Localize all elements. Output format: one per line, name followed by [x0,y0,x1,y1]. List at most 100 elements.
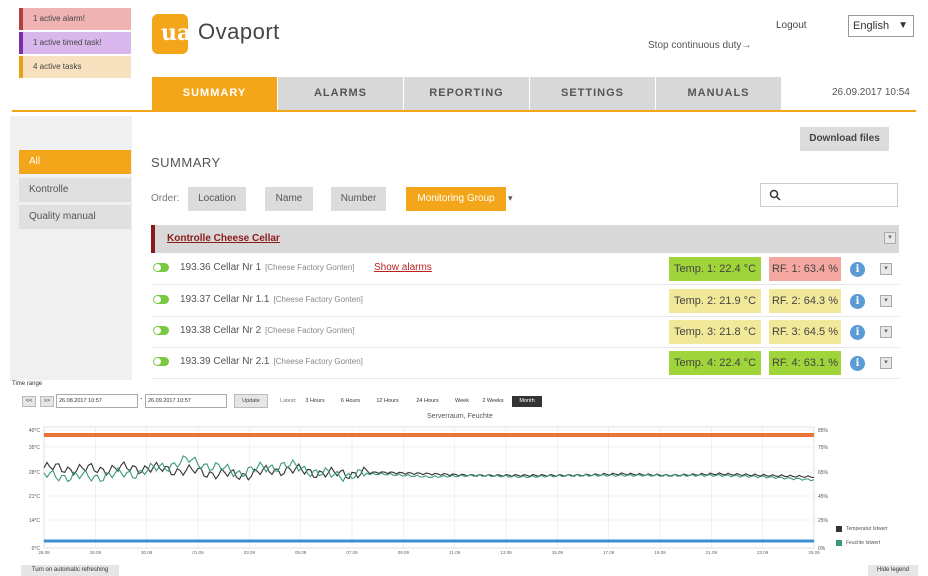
tab-manuals[interactable]: MANUALS [656,77,782,110]
y-right-tick-label: 75% [818,445,829,451]
temperature-badge: Temp. 1: 22.4 °C [669,257,761,281]
line-chart: 0°C 0%14°C 25%21°C 45%28°C 65%35°C 75%40°C 85%… [29,426,829,555]
prev-range-button[interactable]: << [22,396,36,407]
info-icon[interactable]: i [850,294,865,309]
sidebar-item-kontrolle[interactable]: Kontrolle [19,178,131,202]
tab-alarms[interactable]: ALARMS [278,77,404,110]
tab-summary[interactable]: SUMMARY [152,77,278,110]
logo-mark: ua [161,20,192,46]
plot-area [43,426,815,549]
download-files-button[interactable]: Download files [800,127,889,151]
hide-legend-button[interactable]: Hide legend [868,565,918,576]
search-icon [769,189,781,201]
sensor-name[interactable]: 193.38 Cellar Nr 2 [Cheese Factory Gonten… [180,325,355,336]
temperature-badge: Temp. 4: 22.4 °C [669,351,761,375]
update-button[interactable]: Update [234,394,268,408]
expand-row-icon[interactable]: ▾ [880,326,892,338]
from-date-input[interactable]: 26.08.2017 10:57 [56,394,138,408]
order-location-button[interactable]: Location [188,187,246,211]
zoom-6-hours-button[interactable]: 6 Hours [335,396,366,407]
y-tick-label: 35°C [29,445,41,451]
humidity-badge: RF. 2: 64.3 % [769,289,841,313]
order-label: Order: [151,193,180,204]
x-tick-label: 03.09 [244,550,256,555]
auto-refresh-button[interactable]: Turn on automatic refreshing [21,565,119,576]
x-tick-label: 23.09 [757,550,769,555]
sort-caret-icon[interactable]: ▾ [508,193,513,204]
current-datetime: 26.09.2017 10:54 [832,87,910,98]
zoom-2-weeks-button[interactable]: 2 Weeks [478,396,508,407]
x-tick-label: 26.08 [38,550,50,555]
info-icon[interactable]: i [850,262,865,277]
y-right-tick-label: 45% [818,494,829,500]
sensor-location: [Cheese Factory Gonten] [273,357,363,366]
x-tick-label: 13.09 [500,550,512,555]
sensor-name-text: 193.38 Cellar Nr 2 [180,325,262,336]
y-tick-label: 40°C [29,428,41,434]
x-tick-label: 05.09 [295,550,307,555]
x-tick-label: 25.09 [808,550,820,555]
y-right-tick-label: 85% [818,428,829,434]
order-name-button[interactable]: Name [265,187,313,211]
sensor-name-text: 193.37 Cellar Nr 1.1 [180,294,270,305]
legend-item[interactable]: Feuchte Istwert [836,539,887,553]
temperature-badge: Temp. 3: 21.8 °C [669,320,761,344]
time-range-label: Time range [12,381,43,387]
zoom-24-hours-button[interactable]: 24 Hours [409,396,446,407]
to-date-input[interactable]: 26.09.2017 10:57 [145,394,227,408]
zoom-week-button[interactable]: Week [450,396,474,407]
sidebar-item-quality-manual[interactable]: Quality manual [19,205,131,229]
app-title: Ovaport [198,19,280,44]
monitor-toggle[interactable] [153,357,169,366]
monitor-toggle[interactable] [153,263,169,272]
sensor-name[interactable]: 193.36 Cellar Nr 1 [Cheese Factory Gonten… [180,262,355,273]
legend-label: Feuchte Istwert [846,540,881,546]
legend-item[interactable]: Temperatur Istwert [836,525,887,539]
collapse-group-icon[interactable]: ▾ [884,232,896,244]
language-select[interactable]: English ▼ [848,15,914,37]
table-row: 193.36 Cellar Nr 1 [Cheese Factory Gonten… [151,254,899,285]
order-number-button[interactable]: Number [331,187,386,211]
language-value: English [853,20,890,32]
sensor-name[interactable]: 193.39 Cellar Nr 2.1 [Cheese Factory Gont… [180,356,363,367]
sensor-name-text: 193.39 Cellar Nr 2.1 [180,356,270,367]
sensor-name[interactable]: 193.37 Cellar Nr 1.1 [Cheese Factory Gont… [180,294,363,305]
x-tick-label: 15.09 [552,550,564,555]
x-tick-label: 19.09 [654,550,666,555]
active-alarm-badge[interactable]: 1 active alarm! [19,8,131,30]
y-tick-label: 28°C [29,470,41,476]
expand-row-icon[interactable]: ▾ [880,357,892,369]
table-row: 193.38 Cellar Nr 2 [Cheese Factory Gonten… [151,317,899,348]
stop-continuous-duty-link[interactable]: Stop continuous duty→ [648,40,751,51]
main-nav: SUMMARY ALARMS REPORTING SETTINGS MANUAL… [152,77,782,110]
x-tick-label: 11.09 [449,550,460,555]
tab-settings[interactable]: SETTINGS [530,77,656,110]
monitor-toggle[interactable] [153,295,169,304]
active-tasks-badge[interactable]: 4 active tasks [19,56,131,78]
group-title-link[interactable]: Kontrolle Cheese Cellar [167,233,280,244]
expand-row-icon[interactable]: ▾ [880,263,892,275]
humidity-badge: RF. 1: 63.4 % [769,257,841,281]
legend-swatch-temperature [836,526,842,532]
chart-legend: Temperatur Istwert Feuchte Istwert [836,525,887,553]
app-logo: ua [152,14,192,54]
info-icon[interactable]: i [850,325,865,340]
zoom-3-hours-button[interactable]: 3 Hours [299,396,331,407]
next-range-button[interactable]: >> [40,396,54,407]
humidity-badge: RF. 4: 63.1 % [769,351,841,375]
expand-row-icon[interactable]: ▾ [880,295,892,307]
search-input[interactable] [760,183,898,207]
order-monitoring-group-button[interactable]: Monitoring Group [406,187,506,211]
page-title: SUMMARY [151,155,221,170]
tab-reporting[interactable]: REPORTING [404,77,530,110]
y-right-tick-label: 65% [818,470,829,476]
sidebar-item-all[interactable]: All [19,150,131,174]
info-icon[interactable]: i [850,356,865,371]
zoom-12-hours-button[interactable]: 12 Hours [370,396,405,407]
zoom-month-button[interactable]: Month [512,396,542,407]
monitor-toggle[interactable] [153,326,169,335]
logout-link[interactable]: Logout [776,20,807,31]
active-timed-task-badge[interactable]: 1 active timed task! [19,32,131,54]
humidity-badge: RF. 3: 64.5 % [769,320,841,344]
show-alarms-link[interactable]: Show alarms [374,262,432,273]
